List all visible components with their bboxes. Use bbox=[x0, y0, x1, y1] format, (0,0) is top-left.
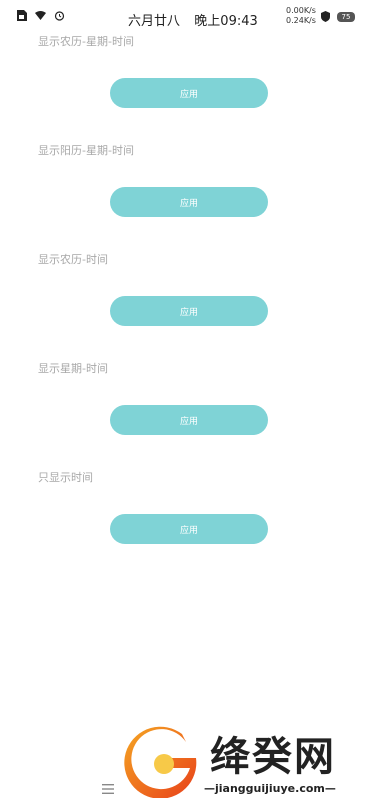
wifi-icon bbox=[35, 11, 46, 20]
apply-button-solar-week-time[interactable]: 应用 bbox=[110, 187, 268, 217]
download-speed: 0.24K/s bbox=[286, 16, 316, 25]
watermark-url: —jiangguijiuye.com— bbox=[204, 782, 336, 795]
apply-button-week-time[interactable]: 应用 bbox=[110, 405, 268, 435]
status-bar: 六月廿八 晚上09:43 0.00K/s 0.24K/s 75 bbox=[0, 0, 370, 34]
menu-icon[interactable] bbox=[102, 784, 114, 794]
apply-button-lunar-week-time[interactable]: 应用 bbox=[110, 78, 268, 108]
option-label-solar-week-time: 显示阳历-星期-时间 bbox=[38, 144, 134, 157]
watermark: 绛癸网 —jiangguijiuye.com— bbox=[118, 722, 366, 802]
watermark-brand: 绛癸网 bbox=[210, 734, 336, 780]
shield-icon bbox=[321, 11, 330, 22]
apply-button-lunar-time[interactable]: 应用 bbox=[110, 296, 268, 326]
alarm-icon bbox=[54, 11, 65, 21]
status-time: 晚上09:43 bbox=[194, 14, 258, 29]
watermark-logo-icon bbox=[124, 726, 197, 798]
network-speed: 0.00K/s 0.24K/s bbox=[286, 6, 316, 26]
option-label-week-time: 显示星期-时间 bbox=[38, 362, 108, 375]
status-datetime: 六月廿八 晚上09:43 bbox=[128, 10, 258, 29]
option-label-lunar-week-time: 显示农历-星期-时间 bbox=[38, 35, 134, 48]
apply-button-time-only[interactable]: 应用 bbox=[110, 514, 268, 544]
sim-card-icon bbox=[17, 10, 27, 21]
upload-speed: 0.00K/s bbox=[286, 6, 316, 15]
battery-indicator: 75 bbox=[337, 11, 355, 22]
status-date: 六月廿八 bbox=[128, 14, 181, 29]
option-label-lunar-time: 显示农历-时间 bbox=[38, 253, 108, 266]
status-icons-left bbox=[16, 10, 65, 21]
status-icons-right: 75 bbox=[320, 11, 355, 22]
option-label-time-only: 只显示时间 bbox=[38, 471, 93, 484]
